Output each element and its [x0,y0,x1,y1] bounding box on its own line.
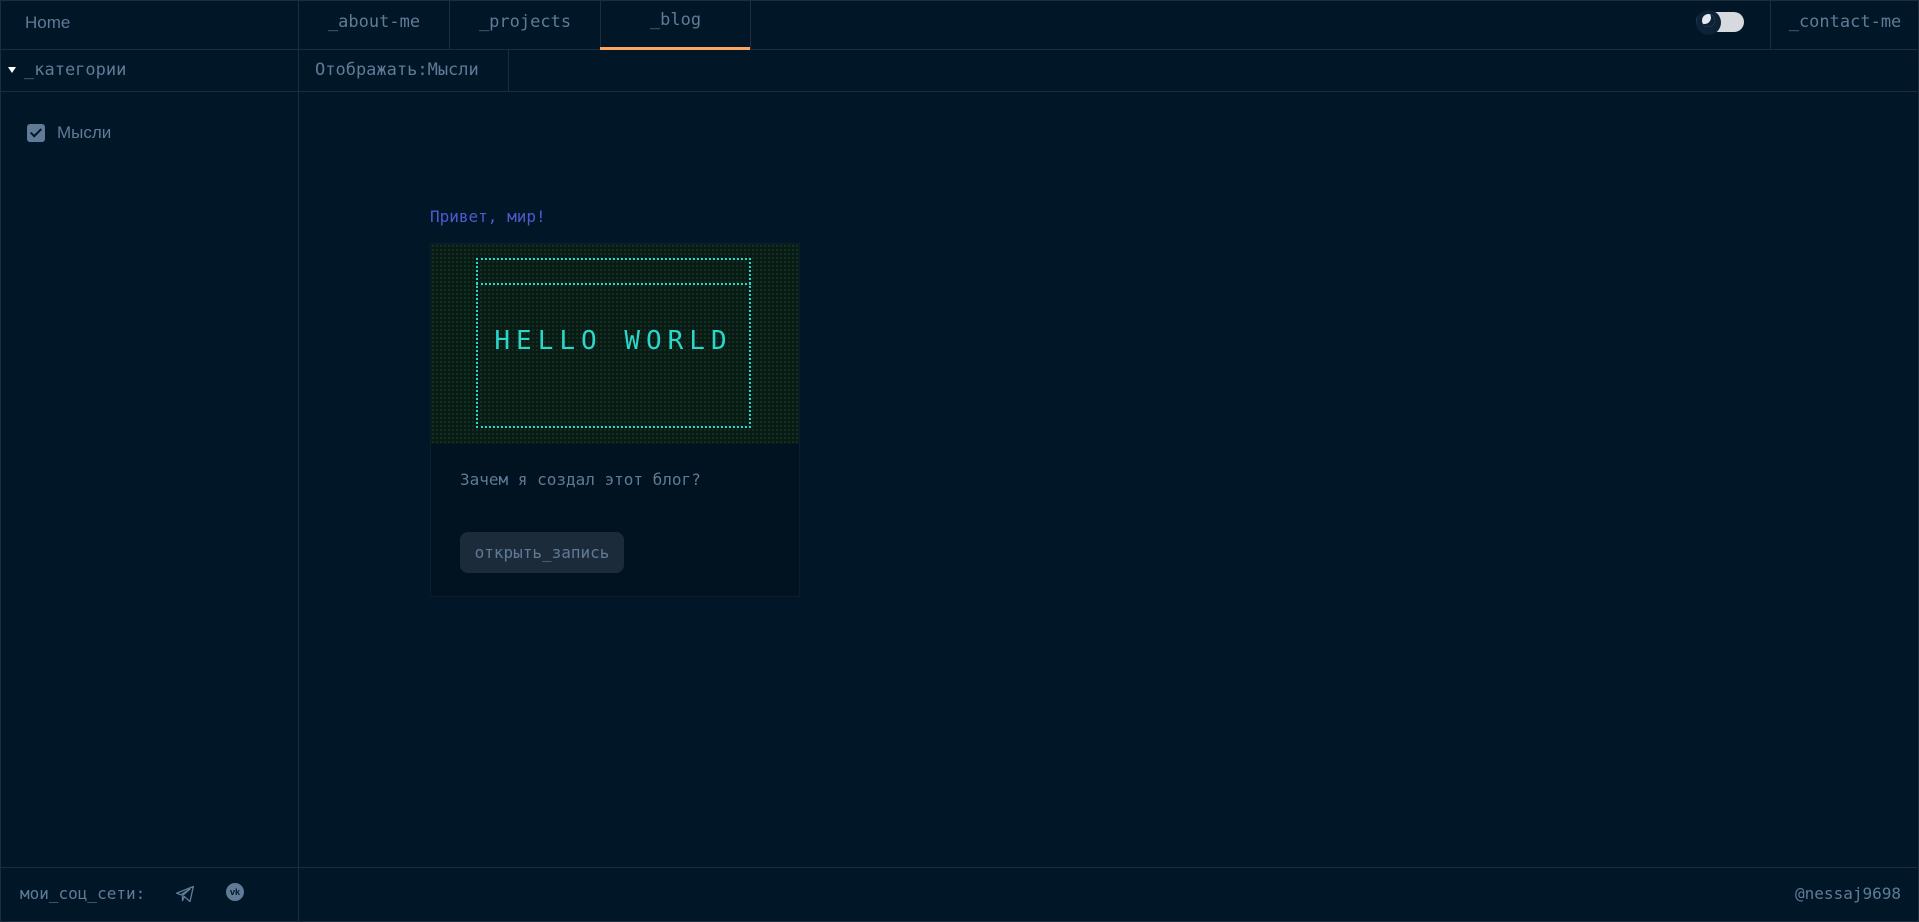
github-handle[interactable]: @nessaj9698 [1795,867,1901,921]
top-nav [0,0,1917,50]
category-checkbox-thoughts[interactable] [27,124,45,142]
tab-blog[interactable]: _blog [600,0,751,49]
open-post-button[interactable]: открыть_запись [460,532,624,573]
categories-toggle[interactable]: _категории [8,50,126,91]
telegram-icon[interactable] [175,884,195,904]
cover-text: HELLO WORLD [494,326,733,356]
post-card: HELLO WORLD Зачем я создал этот блог? от… [430,243,800,597]
post-cover-image: HELLO WORLD [431,244,799,444]
tab-about-me[interactable]: _about-me [298,0,449,49]
tab-contact-me[interactable]: _contact-me [1770,0,1919,49]
active-filter-tab[interactable]: Отображать:Мысли [300,50,509,91]
sub-header [0,50,1917,92]
vk-icon[interactable]: vk [226,883,244,901]
app-frame [0,0,1919,922]
post-description: Зачем я создал этот блог? [460,470,701,489]
categories-title: _категории [24,60,127,80]
social-label: мои_соц_сети: [20,884,146,903]
cover-window-bar [476,283,751,285]
footer [0,867,1917,922]
sidebar-divider [298,0,299,922]
category-label-thoughts[interactable]: Мысли [57,122,111,144]
triangle-down-icon [8,67,16,73]
post-title: Привет, мир! [430,207,546,226]
home-link[interactable]: Home [25,0,70,49]
moon-icon [1702,14,1715,27]
tab-projects[interactable]: _projects [449,0,600,49]
